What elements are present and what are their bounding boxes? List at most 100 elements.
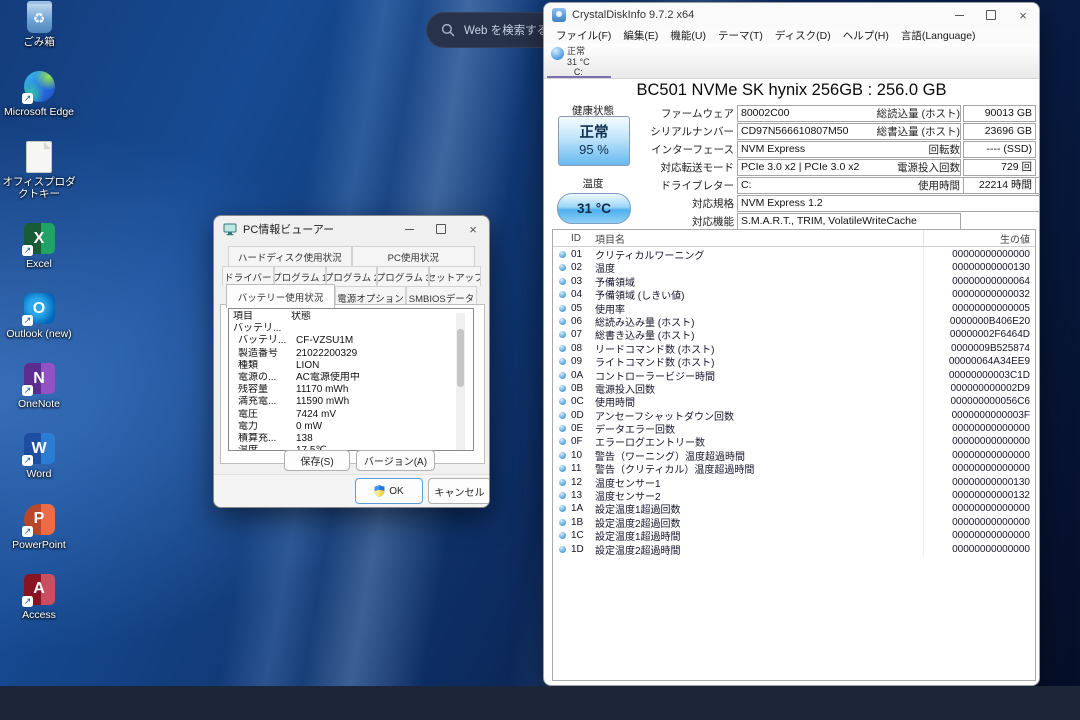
smart-row[interactable]: 08 リードコマンド数 (ホスト) 0000009B525874: [553, 341, 1035, 354]
recycle-bin-icon: ♻: [22, 0, 56, 33]
smart-row[interactable]: 0E データエラー回数 00000000000000: [553, 421, 1035, 434]
status-dot-icon: [559, 385, 566, 392]
save-button[interactable]: 保存(S): [284, 450, 350, 471]
cancel-button[interactable]: キャンセル: [428, 478, 490, 504]
minimize-button[interactable]: [393, 216, 425, 242]
smart-row[interactable]: 1D 設定温度2超過時間 00000000000000: [553, 542, 1035, 555]
cdi-titlebar[interactable]: CrystalDiskInfo 9.7.2 x64 ×: [544, 3, 1039, 27]
desktop-icon-excel[interactable]: X↗ Excel: [0, 222, 78, 270]
shortcut-arrow-icon: ↗: [22, 526, 33, 537]
version-button[interactable]: バージョン(A): [356, 450, 435, 471]
close-button[interactable]: ×: [1007, 3, 1039, 27]
desktop-icon-column: ♻ ごみ箱 ↗ Microsoft Edge オフィスプロダクトキー X↗ Ex…: [0, 0, 78, 621]
desktop-icon-edge[interactable]: ↗ Microsoft Edge: [0, 70, 78, 118]
smart-row[interactable]: 04 予備領域 (しきい値) 00000000000032: [553, 287, 1035, 300]
tab[interactable]: プログラム 2: [326, 266, 378, 286]
ok-button[interactable]: OK: [355, 478, 423, 504]
smart-row[interactable]: 1C 設定温度1超過時間 00000000000000: [553, 528, 1035, 541]
desktop-icon-onenote[interactable]: N↗ OneNote: [0, 362, 78, 410]
smart-row[interactable]: 10 警告（ワーニング）温度超過時間 00000000000000: [553, 448, 1035, 461]
menu-item[interactable]: ファイル(F): [550, 28, 617, 43]
list-item[interactable]: バッテリ... CF-VZSU1M: [233, 335, 473, 347]
smart-table-header: ID 項目名 生の値: [553, 230, 1035, 247]
disk-tab-c[interactable]: 正常 31 °C C:: [547, 44, 613, 78]
item-value: 11590 mWh: [296, 396, 473, 408]
list-item[interactable]: 積算充... 138: [233, 433, 473, 445]
smart-row[interactable]: 07 総書き込み量 (ホスト) 00000002F6464D: [553, 327, 1035, 340]
smart-row[interactable]: 1A 設定温度1超過回数 00000000000000: [553, 501, 1035, 514]
list-header-item: 項目: [233, 311, 291, 323]
maximize-button[interactable]: [975, 3, 1007, 27]
list-item[interactable]: 満充電... 11590 mWh: [233, 396, 473, 408]
minimize-button[interactable]: [943, 3, 975, 27]
list-item[interactable]: 電力 0 mW: [233, 421, 473, 433]
dialog-titlebar[interactable]: PC情報ビューアー ×: [214, 216, 489, 242]
desktop-icon-access[interactable]: A↗ Access: [0, 573, 78, 621]
smart-row[interactable]: 01 クリティカルワーニング 00000000000000: [553, 247, 1035, 260]
smart-row[interactable]: 12 温度センサー1 00000000000130: [553, 475, 1035, 488]
tab[interactable]: ドライバー: [222, 266, 274, 286]
smart-row[interactable]: 0A コントローラービジー時間 00000000003C1D: [553, 368, 1035, 381]
list-item[interactable]: 残容量 11170 mWh: [233, 384, 473, 396]
menu-item[interactable]: 言語(Language): [895, 28, 982, 43]
shortcut-arrow-icon: ↗: [22, 455, 33, 466]
smart-row[interactable]: 06 総読み込み量 (ホスト) 0000000B406E20: [553, 314, 1035, 327]
tab[interactable]: プログラム 1: [274, 266, 326, 286]
desktop-icon-office-product-key[interactable]: オフィスプロダクトキー: [0, 140, 78, 200]
item-value: LION: [296, 360, 473, 372]
tab[interactable]: セットアップ: [429, 266, 481, 286]
smart-row[interactable]: 09 ライトコマンド数 (ホスト) 00000064A34EE9: [553, 354, 1035, 367]
smart-row[interactable]: 11 警告（クリティカル）温度超過時間 00000000000000: [553, 461, 1035, 474]
list-item[interactable]: 温度 17.5℃: [233, 445, 473, 451]
smart-row[interactable]: 02 温度 00000000000130: [553, 260, 1035, 273]
menu-item[interactable]: 編集(E): [617, 28, 664, 43]
item-value: 0 mW: [296, 421, 473, 433]
field-label: シリアルナンバー: [544, 124, 737, 139]
menu-item[interactable]: ヘルプ(H): [837, 28, 895, 43]
menu-item[interactable]: テーマ(T): [712, 28, 769, 43]
desktop-icon-recycle-bin[interactable]: ♻ ごみ箱: [0, 0, 78, 48]
list-item[interactable]: 電源の... AC電源使用中: [233, 372, 473, 384]
status-dot-icon: [559, 372, 566, 379]
disk-tab-temp: 31 °C: [567, 57, 590, 68]
smart-row[interactable]: 13 温度センサー2 00000000000132: [553, 488, 1035, 501]
tab[interactable]: ハードディスク使用状況: [228, 246, 352, 266]
ok-label: OK: [389, 486, 403, 497]
smart-row[interactable]: 0B 電源投入回数 000000000002D9: [553, 381, 1035, 394]
smart-row[interactable]: 05 使用率 00000000000005: [553, 301, 1035, 314]
smart-id: 11: [571, 463, 595, 474]
smart-row[interactable]: 0F エラーログエントリー数 00000000000000: [553, 434, 1035, 447]
list-item[interactable]: バッテリ...: [233, 323, 473, 335]
smart-row[interactable]: 1B 設定温度2超過回数 00000000000000: [553, 515, 1035, 528]
status-dot-icon: [559, 532, 566, 539]
onenote-icon: N↗: [22, 362, 56, 395]
field-value: 90013 GB: [963, 105, 1036, 122]
smart-row[interactable]: 0D アンセーフシャットダウン回数 0000000000003F: [553, 408, 1035, 421]
maximize-button[interactable]: [425, 216, 457, 242]
menu-item[interactable]: 機能(U): [664, 28, 712, 43]
list-item[interactable]: 製造番号 21022200329: [233, 348, 473, 360]
status-dot-icon: [559, 305, 566, 312]
field-label: インターフェース: [544, 142, 737, 157]
smart-row[interactable]: 0C 使用時間 000000000056C6: [553, 394, 1035, 407]
scrollbar-thumb[interactable]: [457, 329, 464, 387]
list-scrollbar[interactable]: [456, 313, 465, 451]
list-item[interactable]: 電圧 7424 mV: [233, 409, 473, 421]
smart-id: 0D: [571, 410, 595, 421]
field-value: NVM Express 1.2: [737, 195, 1040, 212]
list-item[interactable]: 種類 LION: [233, 360, 473, 372]
item-value: 21022200329: [296, 348, 473, 360]
tab[interactable]: PC使用状況: [352, 246, 476, 266]
menu-item[interactable]: ディスク(D): [769, 28, 837, 43]
status-dot-icon: [559, 358, 566, 365]
status-dot-icon: [559, 398, 566, 405]
tab[interactable]: プログラム 3: [377, 266, 429, 286]
smart-row[interactable]: 03 予備領域 00000000000064: [553, 274, 1035, 287]
desktop-icon-outlook[interactable]: O↗ Outlook (new): [0, 292, 78, 340]
close-button[interactable]: ×: [457, 216, 489, 242]
desktop-icon-word[interactable]: W↗ Word: [0, 432, 78, 480]
list-header: 項目 状態: [233, 311, 473, 323]
desktop-icon-powerpoint[interactable]: P↗ PowerPoint: [0, 503, 78, 551]
smart-id: 0C: [571, 396, 595, 407]
tab-battery-usage[interactable]: バッテリー使用状況: [226, 284, 335, 308]
